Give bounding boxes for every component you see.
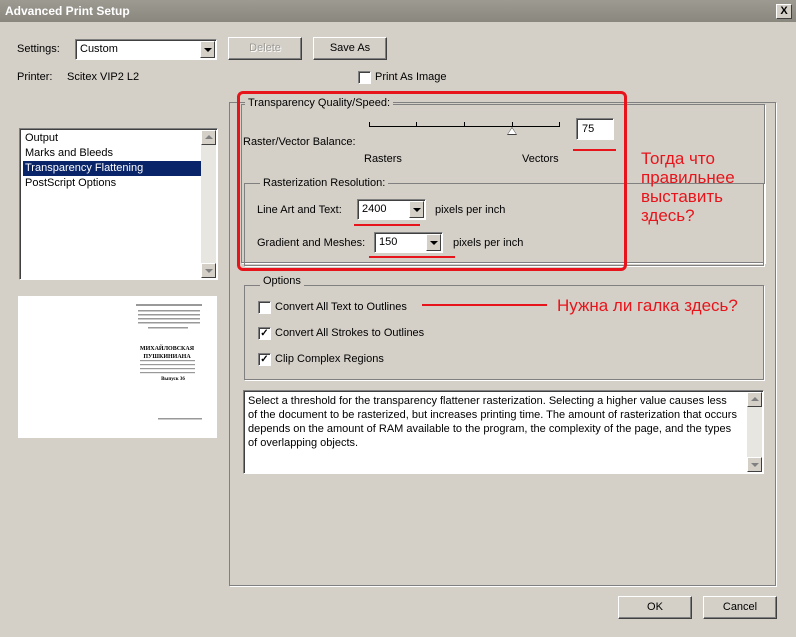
window-title: Advanced Print Setup	[5, 4, 130, 18]
description-text: Select a threshold for the transparency …	[248, 395, 737, 449]
annotation-underline	[369, 256, 455, 258]
page-preview: МИХАЙЛОВСКАЯ ПУШКИНИАНА Выпуск 36	[18, 296, 217, 438]
list-item-postscript-options[interactable]: PostScript Options	[23, 176, 201, 191]
annotation-underline	[573, 149, 616, 151]
preview-graphic	[136, 304, 202, 420]
preview-line: МИХАЙЛОВСКАЯ	[139, 346, 195, 352]
scroll-up-icon[interactable]	[201, 130, 216, 145]
options-group-label: Options	[260, 275, 304, 287]
annotation-question-2: Нужна ли галка здесь?	[557, 296, 738, 315]
annotation-highlight-box	[237, 91, 627, 271]
cancel-button[interactable]: Cancel	[703, 596, 777, 619]
save-as-button[interactable]: Save As	[313, 37, 387, 60]
chevron-down-icon[interactable]	[200, 41, 215, 58]
printer-value: Scitex VIP2 L2	[67, 71, 140, 83]
settings-value: Custom	[80, 43, 118, 55]
convert-text-checkbox[interactable]	[258, 301, 271, 314]
ok-button[interactable]: OK	[618, 596, 692, 619]
list-item-marks-and-bleeds[interactable]: Marks and Bleeds	[23, 146, 201, 161]
convert-strokes-checkbox[interactable]: ✓	[258, 327, 271, 340]
preview-line: ПУШКИНИАНА	[143, 354, 191, 360]
settings-label: Settings:	[17, 43, 60, 55]
list-item-transparency-flattening[interactable]: Transparency Flattening	[23, 161, 201, 176]
convert-strokes-label: Convert All Strokes to Outlines	[275, 327, 425, 339]
annotation-underline	[422, 304, 547, 306]
nav-list[interactable]: Output Marks and Bleeds Transparency Fla…	[19, 128, 218, 280]
scroll-up-icon[interactable]	[747, 392, 762, 407]
printer-label: Printer:	[17, 71, 53, 83]
annotation-question-1: Тогда что правильнее выставить здесь?	[641, 149, 735, 225]
preview-title: МИХАЙЛОВСКАЯ ПУШКИНИАНА	[132, 345, 202, 361]
print-as-image-label: Print As Image	[375, 71, 447, 83]
list-item-output[interactable]: Output	[23, 131, 201, 146]
description-scrollbar[interactable]	[747, 392, 762, 472]
settings-dropdown[interactable]: Custom	[75, 39, 217, 60]
preview-issue: Выпуск 36	[161, 377, 185, 382]
print-as-image-checkbox[interactable]	[358, 71, 371, 84]
scroll-down-icon[interactable]	[201, 263, 216, 278]
list-scrollbar[interactable]	[201, 130, 216, 278]
clip-regions-checkbox[interactable]: ✓	[258, 353, 271, 366]
delete-button[interactable]: Delete	[228, 37, 302, 60]
description-box[interactable]: Select a threshold for the transparency …	[243, 390, 764, 474]
close-button[interactable]: X	[776, 4, 792, 19]
title-bar: Advanced Print Setup X	[0, 0, 796, 22]
clip-regions-label: Clip Complex Regions	[275, 353, 384, 365]
annotation-underline	[354, 224, 420, 226]
convert-text-label: Convert All Text to Outlines	[275, 301, 407, 313]
scroll-down-icon[interactable]	[747, 457, 762, 472]
